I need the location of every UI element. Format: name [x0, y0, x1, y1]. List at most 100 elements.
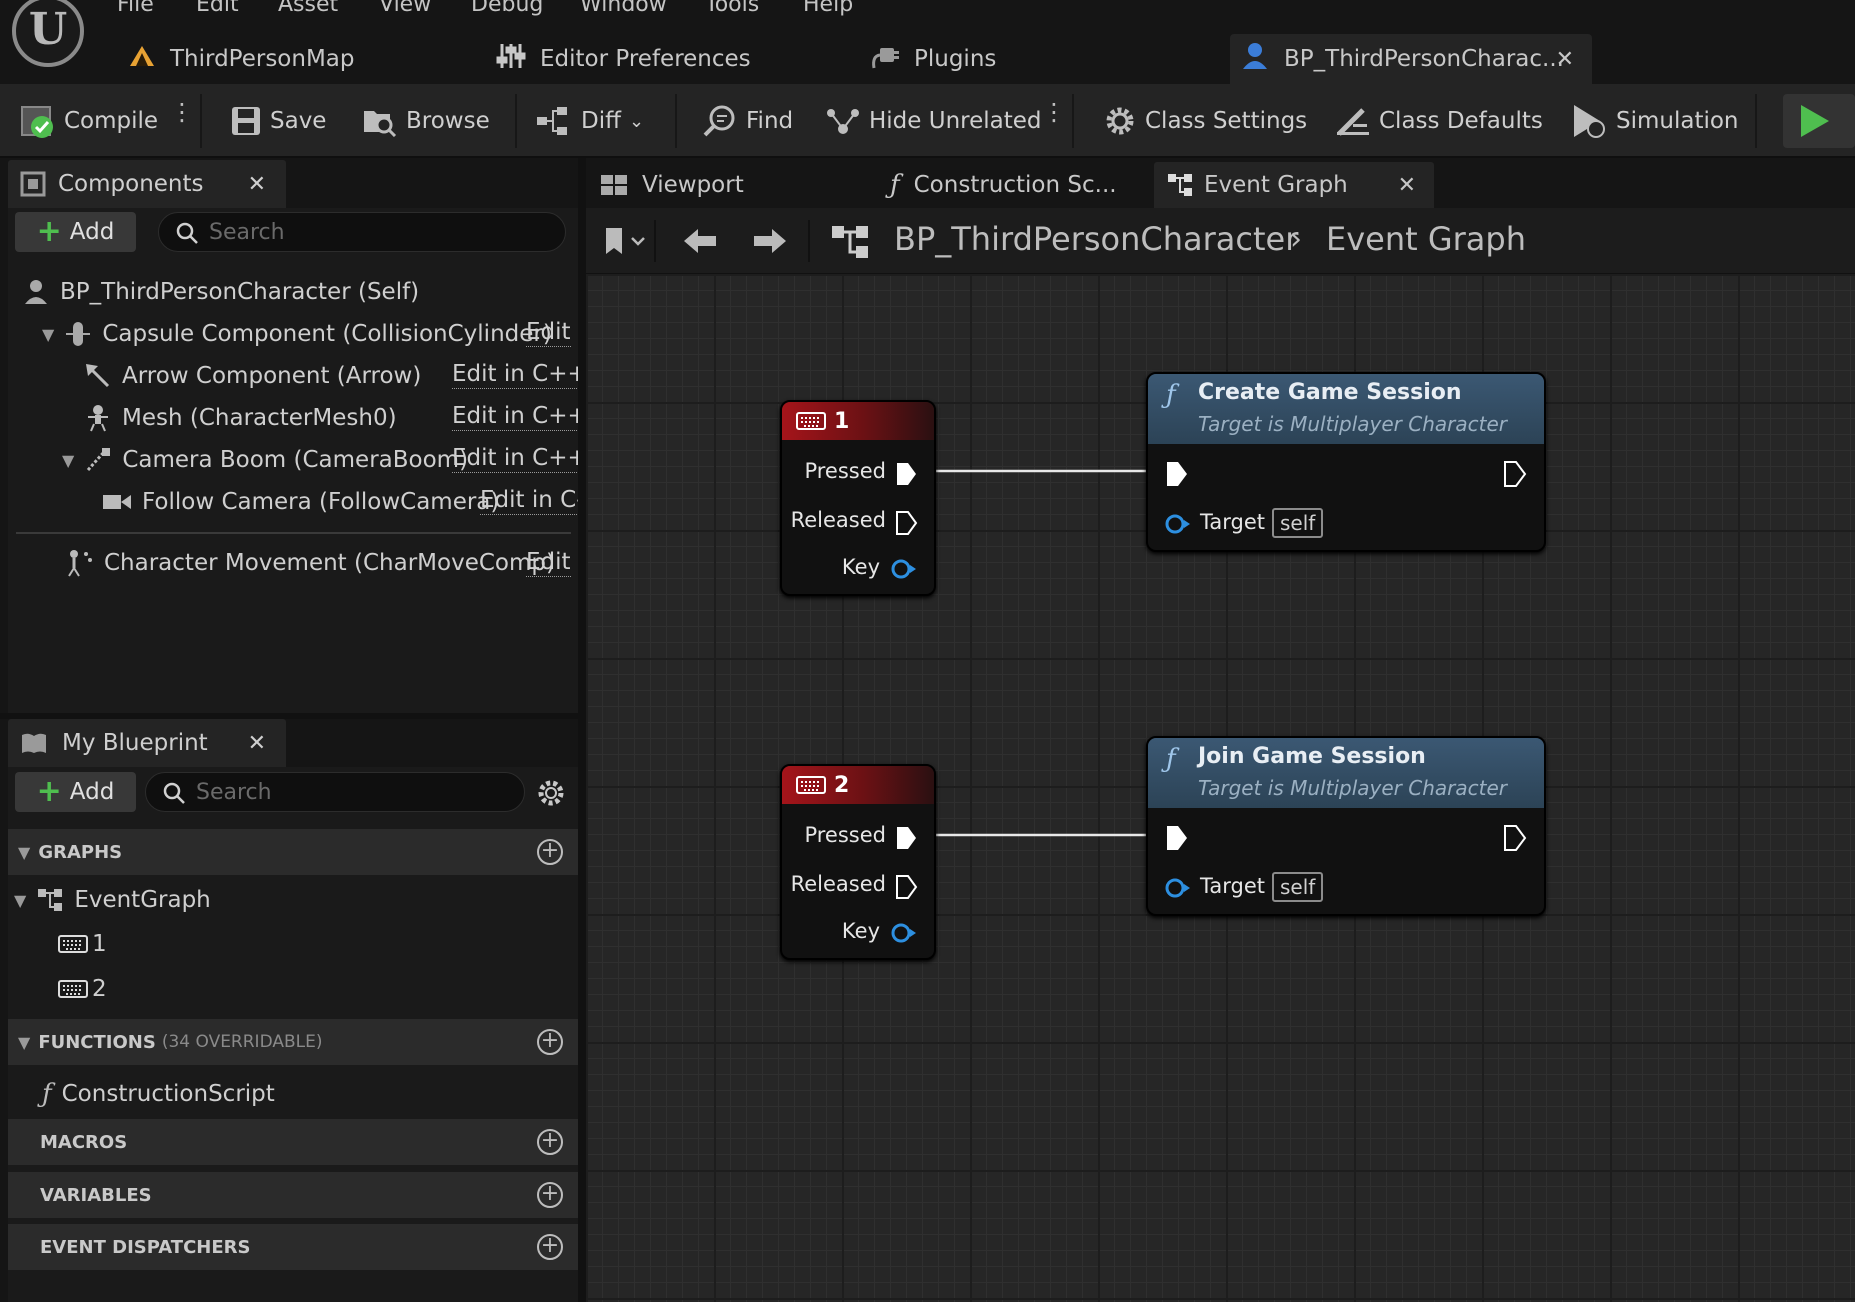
hide-unrelated-button[interactable]: Hide Unrelated [825, 84, 1042, 158]
target-object-pin-icon[interactable] [1164, 876, 1192, 900]
key-1-event-node[interactable]: 1 Pressed Released Key [780, 400, 936, 596]
spring-arm-icon [84, 446, 112, 474]
graphs-section-header[interactable]: ▼ GRAPHS + [8, 829, 578, 875]
close-icon[interactable]: ✕ [248, 731, 266, 756]
compile-label: Compile [64, 108, 159, 134]
component-capsule[interactable]: ▼ Capsule Component (CollisionCylinder) [42, 316, 552, 352]
join-game-session-node[interactable]: ƒ Join Game Session Target is Multiplaye… [1146, 736, 1546, 916]
released-exec-pin-icon[interactable] [894, 874, 918, 900]
menu-window[interactable]: Window [580, 0, 667, 17]
add-function-icon[interactable]: + [537, 1029, 563, 1055]
my-blueprint-add-button[interactable]: + Add [15, 772, 136, 812]
released-exec-pin-icon[interactable] [894, 510, 918, 536]
key-pin-label: Key [841, 919, 880, 943]
event-graph-item[interactable]: ▼ EventGraph [14, 882, 211, 918]
key-struct-pin-icon[interactable] [890, 557, 918, 581]
key-2-event-node[interactable]: 2 Pressed Released Key [780, 764, 936, 960]
exec-out-pin-icon[interactable] [1502, 824, 1528, 852]
exec-in-pin-icon[interactable] [1164, 460, 1190, 488]
edit-in-cpp-link[interactable]: Edit in C- [480, 486, 585, 515]
pressed-exec-pin-icon[interactable] [894, 825, 918, 851]
add-label: Add [69, 779, 115, 805]
components-tab[interactable]: Components ✕ [8, 160, 286, 208]
component-character-movement[interactable]: Character Movement (CharMoveComp) [64, 545, 555, 581]
hide-unrelated-options-icon[interactable]: ⋮ [1042, 100, 1066, 124]
event-item-1[interactable]: 1 [58, 926, 107, 962]
doc-tab-plugins[interactable]: Plugins [870, 34, 1070, 84]
unreal-logo-icon[interactable]: U [12, 0, 84, 67]
sliders-icon [496, 42, 526, 76]
event-label: 1 [92, 931, 107, 957]
edit-link[interactable]: Edit [526, 318, 571, 347]
variables-section-header[interactable]: VARIABLES + [8, 1172, 578, 1218]
doc-tab-thirdpersonmap[interactable]: ThirdPersonMap [128, 34, 428, 84]
doc-tab-bp-thirdpersoncharacter[interactable]: BP_ThirdPersonCharac... ✕ [1230, 34, 1592, 84]
edit-in-cpp-link[interactable]: Edit in C++ [452, 360, 587, 389]
close-icon[interactable]: ✕ [1398, 173, 1416, 198]
my-blueprint-search-input[interactable]: Search [145, 772, 525, 812]
menu-tools[interactable]: Tools [705, 0, 759, 17]
doc-tab-editor-preferences[interactable]: Editor Preferences [496, 34, 776, 84]
add-variable-icon[interactable]: + [537, 1182, 563, 1208]
forward-arrow-icon[interactable] [752, 226, 788, 260]
class-defaults-button[interactable]: Class Defaults [1335, 84, 1543, 158]
tab-viewport[interactable]: Viewport [592, 162, 842, 208]
key-struct-pin-icon[interactable] [890, 921, 918, 945]
event-graph-canvas[interactable]: 1 Pressed Released Key 2 Pressed Release… [586, 274, 1855, 1302]
find-button[interactable]: Find [702, 84, 793, 158]
component-self[interactable]: BP_ThirdPersonCharacter (Self) [22, 274, 419, 310]
self-value-box[interactable]: self [1272, 872, 1324, 902]
target-object-pin-icon[interactable] [1164, 512, 1192, 536]
event-dispatchers-section-header[interactable]: EVENT DISPATCHERS + [8, 1224, 578, 1270]
component-arrow[interactable]: Arrow Component (Arrow) [84, 358, 421, 394]
class-settings-button[interactable]: Class Settings [1103, 84, 1307, 158]
settings-gear-icon[interactable] [536, 778, 566, 812]
bookmark-icon[interactable] [602, 224, 648, 262]
exec-in-pin-icon[interactable] [1164, 824, 1190, 852]
create-game-session-node[interactable]: ƒ Create Game Session Target is Multipla… [1146, 372, 1546, 552]
tab-event-graph[interactable]: Event Graph ✕ [1154, 162, 1434, 208]
menu-asset[interactable]: Asset [278, 0, 338, 17]
divider [808, 220, 810, 262]
menu-help[interactable]: Help [803, 0, 853, 17]
save-button[interactable]: Save [230, 84, 326, 158]
exec-out-pin-icon[interactable] [1502, 460, 1528, 488]
event-graph-label: EventGraph [74, 887, 211, 913]
compile-options-icon[interactable]: ⋮ [170, 100, 194, 124]
pressed-exec-pin-icon[interactable] [894, 461, 918, 487]
close-icon[interactable]: ✕ [1556, 47, 1574, 72]
browse-button[interactable]: Browse [362, 84, 490, 158]
functions-section-header[interactable]: ▼ FUNCTIONS (34 OVERRIDABLE) + [8, 1019, 578, 1065]
component-mesh[interactable]: Mesh (CharacterMesh0) [84, 400, 397, 436]
construction-script-item[interactable]: ƒ ConstructionScript [42, 1076, 275, 1112]
component-camera-boom[interactable]: ▼ Camera Boom (CameraBoom) [62, 442, 468, 478]
play-button[interactable] [1783, 94, 1855, 148]
panel-splitter[interactable] [578, 158, 586, 1302]
edit-link[interactable]: Edit [526, 548, 571, 577]
back-arrow-icon[interactable] [682, 226, 718, 260]
breadcrumb-root[interactable]: BP_ThirdPersonCharacter [894, 220, 1298, 258]
event-item-2[interactable]: 2 [58, 971, 107, 1007]
add-graph-icon[interactable]: + [537, 839, 563, 865]
diff-button[interactable]: Diff ⌄ [535, 84, 644, 158]
class-settings-label: Class Settings [1145, 108, 1308, 134]
menu-debug[interactable]: Debug [471, 0, 543, 17]
my-blueprint-tab[interactable]: My Blueprint ✕ [8, 719, 286, 767]
menu-edit[interactable]: Edit [196, 0, 239, 17]
menu-view[interactable]: View [379, 0, 431, 17]
components-search-input[interactable]: Search [158, 212, 566, 252]
add-dispatcher-icon[interactable]: + [537, 1234, 563, 1260]
edit-in-cpp-link[interactable]: Edit in C++ [452, 444, 587, 473]
component-follow-camera[interactable]: Follow Camera (FollowCamera) [102, 484, 499, 520]
compile-button[interactable]: Compile [20, 84, 158, 158]
tab-label: Viewport [642, 172, 744, 198]
close-icon[interactable]: ✕ [248, 172, 266, 197]
simulation-button[interactable]: Simulation [1570, 84, 1739, 158]
tab-construction-script[interactable]: ƒ Construction Sc... [882, 162, 1182, 208]
components-add-button[interactable]: + Add [15, 212, 136, 252]
macros-section-header[interactable]: MACROS + [8, 1119, 578, 1165]
add-macro-icon[interactable]: + [537, 1129, 563, 1155]
menu-file[interactable]: File [117, 0, 154, 17]
edit-in-cpp-link[interactable]: Edit in C++ [452, 402, 587, 431]
self-value-box[interactable]: self [1272, 508, 1324, 538]
